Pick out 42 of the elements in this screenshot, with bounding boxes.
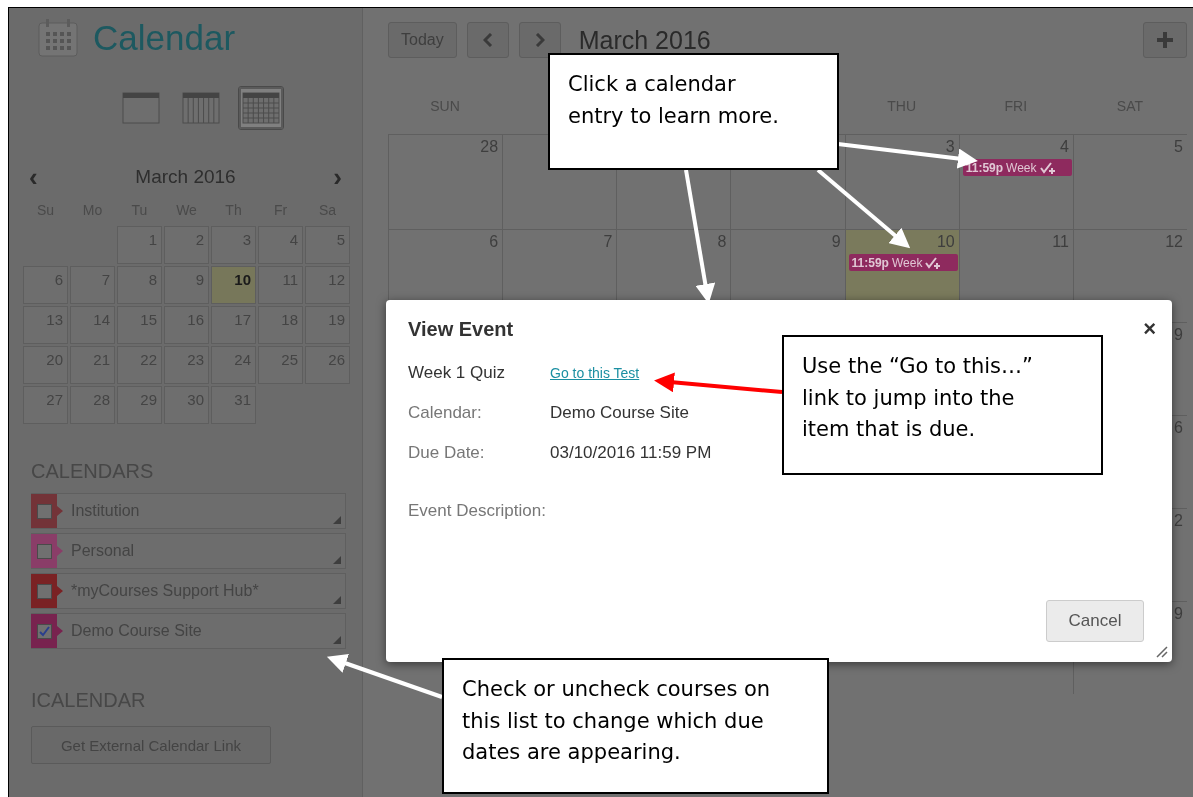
page-title: Calendar (93, 18, 236, 58)
callout-tooltip: Check or uncheck courses on this list to change which due dates are appearing. (442, 658, 829, 794)
field-value: 03/10/2016 11:59 PM (550, 443, 713, 463)
calendar-icon (37, 18, 79, 58)
check-plus-icon (1039, 161, 1056, 174)
event-chip[interactable]: 11:59p Week (962, 159, 1072, 176)
chevron-left-icon (482, 33, 493, 47)
event-name: Week 1 Quiz (408, 363, 506, 383)
checkbox[interactable] (37, 623, 52, 639)
add-button[interactable] (1143, 22, 1187, 58)
month-view-icon (240, 91, 281, 125)
callout-tooltip: Click a calendar entry to learn more. (548, 53, 839, 170)
week-view-icon (180, 91, 221, 125)
check-plus-icon (925, 256, 942, 269)
field-label: Calendar: (408, 403, 483, 423)
month-title: March 2016 (135, 166, 236, 188)
day-cell[interactable]: 10 (211, 266, 256, 304)
next-button[interactable] (518, 22, 561, 58)
checkbox[interactable] (37, 543, 52, 559)
resize-grip-icon[interactable] (1154, 644, 1168, 658)
go-to-test-link[interactable]: Go to this Test (550, 365, 640, 381)
chevron-right-icon (534, 33, 545, 47)
checkbox[interactable] (37, 583, 52, 599)
field-value: Demo Course Site (550, 403, 690, 423)
month-title: March 2016 (578, 25, 712, 55)
next-month-button[interactable]: › (333, 164, 342, 190)
corner-triangle-icon (333, 556, 341, 564)
corner-triangle-icon (333, 636, 341, 644)
checkbox[interactable] (37, 503, 52, 519)
previous-button[interactable] (466, 22, 509, 58)
field-label: Event Description: (408, 501, 547, 521)
previous-month-button[interactable]: ‹ (29, 164, 38, 190)
day-view-icon (120, 91, 161, 125)
callout-tooltip: Use the “Go to this…” link to jump into the item that is due. (782, 335, 1103, 475)
corner-triangle-icon (333, 516, 341, 524)
event-chip[interactable]: 11:59p Week (848, 254, 958, 271)
field-label: Due Date: (408, 443, 486, 463)
cancel-button[interactable]: Cancel (1046, 600, 1144, 642)
corner-triangle-icon (333, 596, 341, 604)
day-number: 10 (936, 233, 956, 251)
month-view-button[interactable] (237, 86, 284, 130)
plus-icon (1156, 31, 1174, 49)
